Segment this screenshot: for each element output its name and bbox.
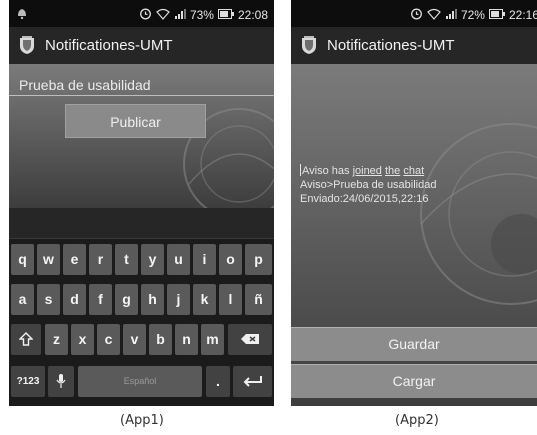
chat-line-message: Aviso>Prueba de usabilidad [300,179,437,191]
main-content: Prueba de usabilidad Publicar [9,64,274,214]
caption-app2: (App2) [395,413,439,428]
message-input[interactable]: Prueba de usabilidad [9,74,274,96]
backspace-key[interactable] [228,324,272,355]
backspace-icon [241,334,259,344]
enter-arrow-icon [243,376,262,387]
soft-keyboard: q w e r t y u i o p a s d f g h j k l ñ … [9,208,274,406]
status-bar: 72% 22:16 [291,0,537,27]
enter-key[interactable] [233,366,272,397]
chat-line-sent-date: Enviado:24/06/2015,22:16 [300,193,429,205]
shift-key[interactable] [11,324,41,355]
signal-icon [445,8,457,23]
signal-icon [174,8,186,23]
clock: 22:08 [237,8,268,22]
microphone-icon [56,374,66,388]
app-logo-icon [300,35,318,55]
key-d[interactable]: d [63,284,86,315]
battery-icon [488,8,505,22]
action-bar: Notificationes-UMT [9,27,274,64]
main-content: Aviso has joined the chat Aviso>Prueba d… [291,64,537,406]
app-title: Notificationes-UMT [327,37,455,54]
key-h[interactable]: h [141,284,164,315]
key-g[interactable]: g [115,284,138,315]
key-w[interactable]: w [37,244,60,275]
key-o[interactable]: o [219,244,242,275]
key-s[interactable]: s [37,284,60,315]
key-r[interactable]: r [89,244,112,275]
battery-icon [217,8,234,22]
battery-percent: 72% [460,8,485,22]
key-u[interactable]: u [167,244,190,275]
key-i[interactable]: i [193,244,216,275]
battery-percent: 73% [189,8,214,22]
wifi-icon [156,8,170,23]
alarm-icon [410,7,423,23]
key-k[interactable]: k [193,284,216,315]
status-bar: 73% 22:08 [9,0,274,27]
clock: 22:16 [508,8,537,22]
key-j[interactable]: j [167,284,190,315]
university-emblem-icon [420,123,537,305]
action-bar: Notificationes-UMT [291,27,537,64]
period-key[interactable]: . [206,366,230,397]
shift-icon [18,332,34,346]
voice-input-key[interactable] [48,366,74,397]
key-a[interactable]: a [11,284,34,315]
load-button[interactable]: Cargar [291,364,537,398]
wifi-icon [427,8,441,23]
notification-icon [17,7,27,22]
keyboard-suggestion-strip [9,208,274,239]
space-bar[interactable]: Español [78,366,202,397]
text-cursor [300,164,301,176]
publish-button[interactable]: Publicar [65,104,206,138]
key-v[interactable]: v [123,324,146,355]
app1-screen: 73% 22:08 Notificationes-UMT Prueba de u… [9,0,274,406]
save-button[interactable]: Guardar [291,327,537,361]
key-n-tilde[interactable]: ñ [245,284,272,315]
key-q[interactable]: q [11,244,34,275]
chat-log: Aviso has joined the chat Aviso>Prueba d… [300,164,500,206]
key-e[interactable]: e [63,244,86,275]
key-l[interactable]: l [219,284,242,315]
key-n[interactable]: n [175,324,198,355]
key-y[interactable]: y [141,244,164,275]
chat-line-joined: Aviso has joined the chat [300,164,425,177]
key-b[interactable]: b [149,324,172,355]
key-m[interactable]: m [201,324,224,355]
key-z[interactable]: z [45,324,68,355]
caption-app1: (App1) [120,413,164,428]
key-p[interactable]: p [245,244,272,275]
alarm-icon [139,7,152,23]
app-title: Notificationes-UMT [45,37,173,54]
key-f[interactable]: f [89,284,112,315]
app2-screen: 72% 22:16 Notificationes-UMT Aviso has j… [291,0,537,406]
key-t[interactable]: t [115,244,138,275]
key-c[interactable]: c [97,324,120,355]
key-x[interactable]: x [71,324,94,355]
symbols-key[interactable]: ?123 [11,366,45,397]
app-logo-icon [18,35,36,55]
